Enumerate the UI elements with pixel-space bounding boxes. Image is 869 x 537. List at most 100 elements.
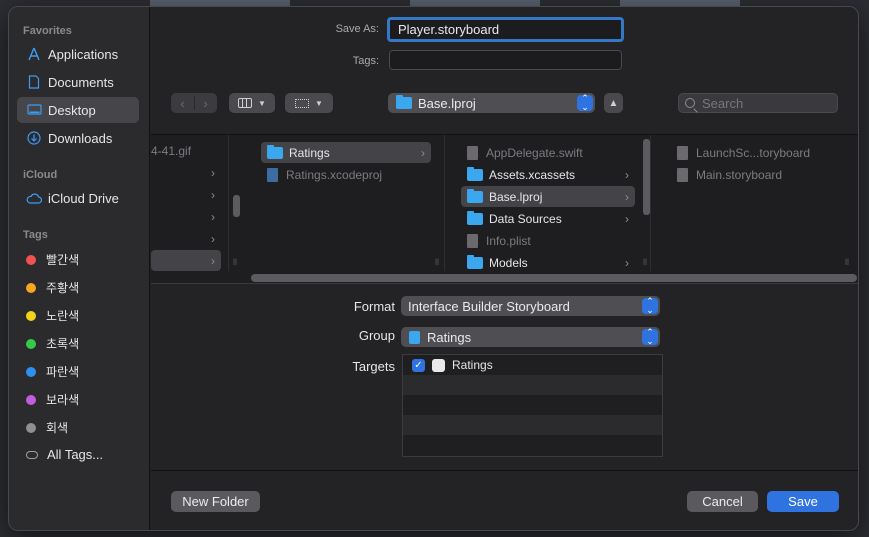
item-label: Main.storyboard <box>696 167 783 182</box>
collapse-button[interactable]: ▲ <box>604 93 623 113</box>
search-icon <box>685 98 698 113</box>
tag-dot-icon <box>26 394 36 405</box>
tags-label: Tags: <box>352 55 379 67</box>
format-popup[interactable]: Interface Builder Storyboard ⌃ ⌄ <box>401 296 660 316</box>
folder-icon <box>467 210 483 225</box>
group-popup[interactable]: Ratings ⌃ ⌄ <box>401 327 660 347</box>
item-label: Info.plist <box>486 233 531 248</box>
sidebar-item-applications[interactable]: Applications <box>17 41 139 67</box>
tag-dot-icon <box>26 282 36 293</box>
list-item[interactable]: Main.storyboard <box>671 164 851 185</box>
sidebar-all-tags[interactable]: All Tags... <box>26 447 103 462</box>
item-label: 4-41.gif <box>151 143 192 158</box>
item-label: AppDelegate.swift <box>486 145 583 160</box>
tag-label: 파란색 <box>46 365 80 379</box>
divider <box>151 470 858 471</box>
item-label: LaunchSc...toryboard <box>696 145 811 160</box>
desktop-icon <box>26 102 42 118</box>
group-by-button[interactable]: ▼ <box>285 93 333 113</box>
list-item[interactable]: 4-41.gif <box>145 140 227 161</box>
target-row-empty <box>403 415 662 435</box>
list-item[interactable]: Models › <box>461 252 635 273</box>
save-as-field[interactable]: Player.storyboard <box>387 17 624 42</box>
favorites-header: Favorites <box>23 25 72 37</box>
folder-icon <box>467 254 483 269</box>
new-folder-button[interactable]: New Folder <box>171 491 260 512</box>
column-view-icon <box>238 98 253 108</box>
sidebar-item-label: iCloud Drive <box>48 190 119 206</box>
xcode-group-icon <box>409 330 420 344</box>
xcodeproj-icon <box>267 167 278 182</box>
tag-label: 보라색 <box>46 393 80 407</box>
sidebar: Favorites Applications Documents Desktop… <box>9 7 150 530</box>
column-resize-handle[interactable]: ll <box>643 257 647 267</box>
location-popup[interactable]: Base.lproj ⌃ ⌄ <box>388 93 595 113</box>
tags-header: Tags <box>23 229 48 241</box>
grid-icon <box>295 98 310 108</box>
updown-chevron-icon: ⌃ ⌄ <box>642 297 658 315</box>
search-input[interactable]: Search <box>678 93 838 113</box>
list-item[interactable]: Assets.xcassets › <box>461 164 635 185</box>
sidebar-tag-orange[interactable]: 주황색 <box>26 279 79 296</box>
list-item[interactable]: Ratings › <box>261 142 431 163</box>
column-resize-handle[interactable]: ll <box>233 257 237 267</box>
list-item[interactable]: › <box>151 162 221 183</box>
chevron-right-icon: › <box>211 165 215 180</box>
save-button[interactable]: Save <box>767 491 839 512</box>
target-label: Ratings <box>452 358 493 372</box>
list-item[interactable]: › <box>151 184 221 205</box>
chevron-left-icon[interactable]: ‹ <box>172 96 194 111</box>
list-item[interactable]: LaunchSc...toryboard <box>671 142 851 163</box>
cancel-button[interactable]: Cancel <box>687 491 758 512</box>
document-icon <box>26 74 42 90</box>
sidebar-tag-yellow[interactable]: 노란색 <box>26 307 79 324</box>
search-placeholder: Search <box>702 95 744 111</box>
sidebar-tag-green[interactable]: 초록색 <box>26 335 79 352</box>
group-value: Ratings <box>427 329 472 345</box>
chevron-up-icon: ▲ <box>608 97 619 109</box>
chevron-right-icon[interactable]: › <box>195 96 217 111</box>
chevron-right-icon: › <box>625 211 629 226</box>
checkbox-checked-icon[interactable]: ✓ <box>412 359 425 372</box>
app-target-icon <box>432 359 445 372</box>
list-item[interactable]: Data Sources › <box>461 208 635 229</box>
list-item[interactable]: AppDelegate.swift <box>461 142 635 163</box>
back-forward-control: ‹ › <box>171 93 217 113</box>
sidebar-item-desktop[interactable]: Desktop <box>17 97 139 123</box>
sidebar-item-label: Downloads <box>48 130 113 146</box>
sidebar-item-downloads[interactable]: Downloads <box>17 125 139 151</box>
location-value: Base.lproj <box>418 95 476 111</box>
sidebar-tag-purple[interactable]: 보라색 <box>26 391 79 408</box>
browser-column-3: AppDelegate.swift Assets.xcassets › Base… <box>451 135 651 271</box>
sidebar-tag-red[interactable]: 빨간색 <box>26 251 79 268</box>
target-row-empty <box>403 375 662 395</box>
browser-column-4: LaunchSc...toryboard Main.storyboard ll <box>657 135 857 271</box>
storyboard-file-icon <box>677 167 688 182</box>
list-item[interactable]: › <box>151 206 221 227</box>
sidebar-item-documents[interactable]: Documents <box>17 69 139 95</box>
browser-column-1: 4-41.gif › › › › › ll <box>151 135 240 271</box>
sidebar-item-icloud-drive[interactable]: iCloud Drive <box>17 185 139 211</box>
sidebar-tag-gray[interactable]: 회색 <box>26 419 68 436</box>
horizontal-scrollbar[interactable] <box>251 274 857 282</box>
list-item[interactable]: › <box>151 250 221 271</box>
target-row[interactable]: ✓ Ratings <box>403 355 662 375</box>
column-resize-handle[interactable]: ll <box>435 257 439 267</box>
list-item[interactable]: Ratings.xcodeproj <box>261 164 431 185</box>
chevron-right-icon: › <box>211 209 215 224</box>
cloud-icon <box>26 190 42 206</box>
chevron-right-icon: › <box>625 167 629 182</box>
vertical-scrollbar[interactable] <box>233 195 240 217</box>
list-item[interactable]: Base.lproj › <box>461 186 635 207</box>
tags-field[interactable] <box>389 50 622 70</box>
item-label: Data Sources <box>489 211 562 226</box>
column-resize-handle[interactable]: ll <box>845 257 849 267</box>
tag-dot-icon <box>26 254 36 265</box>
sidebar-tag-blue[interactable]: 파란색 <box>26 363 79 380</box>
list-item[interactable]: › <box>151 228 221 249</box>
view-mode-button[interactable]: ▼ <box>229 93 275 113</box>
item-label: Models <box>489 255 528 270</box>
updown-chevron-icon: ⌃ ⌄ <box>577 94 593 112</box>
list-item[interactable]: Info.plist <box>461 230 635 251</box>
vertical-scrollbar[interactable] <box>643 139 650 215</box>
